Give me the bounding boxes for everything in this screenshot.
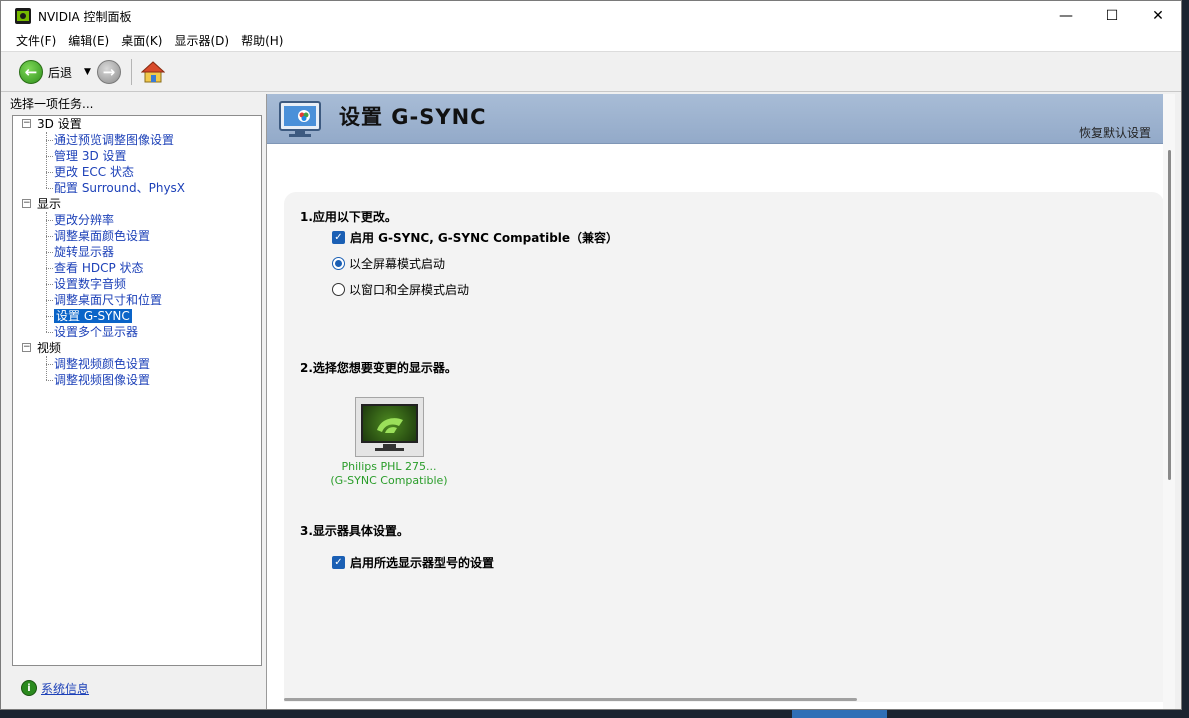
tree-category-label[interactable]: 显示 xyxy=(37,197,61,211)
tree-task-label[interactable]: 设置数字音频 xyxy=(54,277,126,291)
tree-task-item[interactable]: 调整桌面颜色设置 xyxy=(13,228,261,244)
tree-group: −3D 设置 通过预览调整图像设置 管理 3D 设置 更改 ECC 状态 配置 Surr… xyxy=(13,116,261,196)
fullscreen-mode-radio[interactable] xyxy=(332,257,345,270)
tree-task-item[interactable]: 调整桌面尺寸和位置 xyxy=(13,292,261,308)
section-select-display-title: 2.选择您想要变更的显示器。 xyxy=(300,361,457,375)
home-icon[interactable] xyxy=(140,59,166,85)
tree-task-label[interactable]: 调整视频图像设置 xyxy=(54,373,150,387)
tree-task-item[interactable]: 查看 HDCP 状态 xyxy=(13,260,261,276)
tree-group: − 视频 调整视频颜色设置 调整视频图像设置 xyxy=(13,340,261,388)
history-dropdown-icon[interactable]: ▼ xyxy=(84,67,91,77)
tree-task-item[interactable]: 旋转显示器 xyxy=(13,244,261,260)
menu-file[interactable]: 文件(F) xyxy=(10,31,62,52)
background-window-button xyxy=(792,710,887,718)
tree-task-label[interactable]: 管理 3D 设置 xyxy=(54,149,127,163)
fullscreen-mode-row[interactable]: 以全屏幕模式启动 xyxy=(332,255,445,272)
tree-task-label[interactable]: 调整视频颜色设置 xyxy=(54,357,150,371)
desktop-background-strip xyxy=(0,710,1189,718)
tree-task-item[interactable]: 管理 3D 设置 xyxy=(13,148,261,164)
monitor-compat-label[interactable]: (G-SYNC Compatible) xyxy=(324,474,454,487)
tree-task-item[interactable]: 更改 ECC 状态 xyxy=(13,164,261,180)
tree-group: − 显示 更改分辨率 调整桌面颜色设置 旋转显示器 查看 HDCP 状态 设置数字音频 调整桌… xyxy=(13,196,261,340)
fullscreen-mode-label[interactable]: 以全屏幕模式启动 xyxy=(349,255,445,272)
tree-task-label[interactable]: 调整桌面尺寸和位置 xyxy=(54,293,162,307)
vertical-scrollbar[interactable] xyxy=(1163,94,1175,709)
menu-edit[interactable]: 编辑(E) xyxy=(62,31,115,52)
tree-task-item[interactable]: 更改分辨率 xyxy=(13,212,261,228)
maximize-button[interactable]: ☐ xyxy=(1089,1,1135,31)
model-settings-checkbox[interactable]: ✓ xyxy=(332,556,345,569)
forward-arrow-icon[interactable]: → xyxy=(96,60,121,84)
nvidia-app-icon xyxy=(15,8,31,24)
close-button[interactable]: ✕ xyxy=(1135,1,1181,31)
tree-category-label[interactable]: 3D 设置 xyxy=(37,117,82,131)
windowed-mode-radio[interactable] xyxy=(332,283,345,296)
tree-task-item[interactable]: 配置 Surround、PhysX xyxy=(13,180,261,196)
window-controls: — ☐ ✕ xyxy=(1043,1,1181,31)
tree-category[interactable]: − 视频 xyxy=(13,340,261,356)
tree-task-label[interactable]: 设置 G-SYNC xyxy=(54,309,132,323)
tree-task-label[interactable]: 旋转显示器 xyxy=(54,245,114,259)
vertical-scrollbar-thumb[interactable] xyxy=(1168,150,1171,480)
section-display-specific-title: 3.显示器具体设置。 xyxy=(300,524,409,538)
display-settings-icon xyxy=(279,101,321,137)
tree-task-label[interactable]: 更改分辨率 xyxy=(54,213,114,227)
nvidia-monitor-icon xyxy=(361,404,418,443)
tree-task-item[interactable]: 调整视频图像设置 xyxy=(13,372,261,388)
menu-bar: 文件(F) 编辑(E) 桌面(K) 显示器(D) 帮助(H) xyxy=(1,31,1181,52)
tree-task-item[interactable]: 设置数字音频 xyxy=(13,276,261,292)
enable-gsync-label[interactable]: 启用 G-SYNC, G-SYNC Compatible（兼容） xyxy=(350,229,618,246)
restore-defaults-link[interactable]: 恢复默认设置 xyxy=(1079,124,1151,141)
tree-category[interactable]: −3D 设置 xyxy=(13,116,261,132)
monitor-base xyxy=(375,448,404,451)
section-apply-title: 1.应用以下更改。 xyxy=(300,210,397,224)
task-tree: −3D 设置 通过预览调整图像设置 管理 3D 设置 更改 ECC 状态 配置 Surr… xyxy=(12,115,262,666)
tree-task-label[interactable]: 设置多个显示器 xyxy=(54,325,138,339)
task-panel: 选择一项任务... −3D 设置 通过预览调整图像设置 管理 3D 设置 更改 ECC… xyxy=(7,94,266,709)
collapse-icon[interactable]: − xyxy=(22,343,31,352)
task-tree-list: −3D 设置 通过预览调整图像设置 管理 3D 设置 更改 ECC 状态 配置 Surr… xyxy=(13,116,261,388)
system-info-link[interactable]: 系统信息 xyxy=(41,680,89,697)
back-arrow-icon[interactable]: ← xyxy=(19,60,43,84)
menu-display[interactable]: 显示器(D) xyxy=(168,31,235,52)
collapse-icon[interactable]: − xyxy=(22,119,31,128)
settings-card: 1.应用以下更改。 ✓ 启用 G-SYNC, G-SYNC Compatible… xyxy=(284,192,1164,702)
nvidia-control-panel-window: NVIDIA 控制面板 — ☐ ✕ 文件(F) 编辑(E) 桌面(K) 显示器(… xyxy=(0,0,1182,710)
monitor-name[interactable]: Philips PHL 275... xyxy=(324,460,454,473)
tree-task-item[interactable]: 设置多个显示器 xyxy=(13,324,261,340)
tree-task-item[interactable]: 设置 G-SYNC xyxy=(13,308,261,324)
page-banner: 设置 G-SYNC 恢复默认设置 xyxy=(267,94,1163,144)
enable-gsync-checkbox[interactable]: ✓ xyxy=(332,231,345,244)
tree-task-label[interactable]: 调整桌面颜色设置 xyxy=(54,229,150,243)
info-icon: i xyxy=(21,680,37,696)
tree-category[interactable]: − 显示 xyxy=(13,196,261,212)
back-button-label[interactable]: 后退 xyxy=(48,64,72,81)
tree-task-label[interactable]: 查看 HDCP 状态 xyxy=(54,261,144,275)
windowed-mode-row[interactable]: 以窗口和全屏模式启动 xyxy=(332,281,469,298)
tree-task-label[interactable]: 更改 ECC 状态 xyxy=(54,165,134,179)
tree-task-item[interactable]: 调整视频颜色设置 xyxy=(13,356,261,372)
window-title: NVIDIA 控制面板 xyxy=(38,9,132,24)
task-panel-header: 选择一项任务... xyxy=(10,97,94,111)
page-title: 设置 G-SYNC xyxy=(339,105,487,129)
tree-task-label[interactable]: 通过预览调整图像设置 xyxy=(54,133,174,147)
tree-category-label[interactable]: 视频 xyxy=(37,341,61,355)
menu-desktop[interactable]: 桌面(K) xyxy=(115,31,168,52)
collapse-icon[interactable]: − xyxy=(22,199,31,208)
monitor-tile[interactable] xyxy=(355,397,424,457)
horizontal-scrollbar[interactable] xyxy=(284,698,857,701)
toolbar-separator xyxy=(130,59,132,85)
windowed-mode-label[interactable]: 以窗口和全屏模式启动 xyxy=(349,281,469,298)
content-panel: 设置 G-SYNC 恢复默认设置 1.应用以下更改。 ✓ 启用 G-SYNC, … xyxy=(267,94,1175,709)
model-settings-row[interactable]: ✓ 启用所选显示器型号的设置 xyxy=(332,554,494,571)
model-settings-label[interactable]: 启用所选显示器型号的设置 xyxy=(350,554,494,571)
enable-gsync-row[interactable]: ✓ 启用 G-SYNC, G-SYNC Compatible（兼容） xyxy=(332,229,618,246)
system-info[interactable]: i 系统信息 xyxy=(21,679,89,697)
tree-task-label[interactable]: 配置 Surround、PhysX xyxy=(54,181,185,195)
toolbar: ← 后退 ▼ → xyxy=(1,53,1181,92)
menu-help[interactable]: 帮助(H) xyxy=(235,31,289,52)
tree-task-item[interactable]: 通过预览调整图像设置 xyxy=(13,132,261,148)
minimize-button[interactable]: — xyxy=(1043,1,1089,31)
title-bar: NVIDIA 控制面板 — ☐ ✕ xyxy=(1,1,1181,31)
